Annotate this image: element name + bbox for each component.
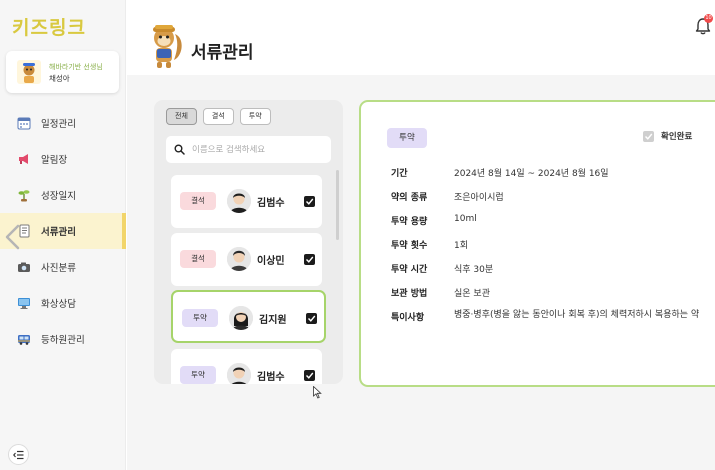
page-title: 서류관리	[191, 43, 254, 63]
medication-tag: 투약	[387, 128, 427, 148]
student-avatar	[227, 189, 251, 213]
student-name: 이상민	[257, 256, 285, 267]
field-value: 실온 보관	[454, 289, 490, 299]
bus-icon	[16, 331, 32, 347]
sprout-icon	[16, 187, 32, 203]
list-scrollbar[interactable]	[336, 170, 339, 240]
squirrel-mascot-icon	[153, 25, 182, 68]
sidebar-item-label: 등하원관리	[41, 335, 85, 346]
filter-absent-button[interactable]: 결석	[202, 108, 234, 125]
field-label: 투약 시간	[391, 265, 428, 275]
sidebar-item-label: 사진분류	[41, 263, 76, 274]
confirm-label: 확인완료	[661, 132, 693, 142]
sidebar-item-label: 일정관리	[41, 119, 76, 130]
medication-tag: 투약	[182, 309, 218, 327]
page-header: 서류관리 10	[127, 0, 715, 75]
absent-tag: 결석	[180, 192, 216, 210]
check-icon	[306, 256, 314, 263]
student-avatar	[229, 306, 253, 330]
sidebar-item-label: 알림장	[41, 155, 68, 166]
sidebar-item-video[interactable]: 화상상담	[0, 285, 126, 321]
monitor-icon	[16, 295, 32, 311]
student-name: 김지원	[259, 315, 287, 326]
camera-icon	[16, 259, 32, 275]
sidebar-item-growth[interactable]: 성장일지	[0, 177, 126, 213]
calendar-icon	[16, 115, 32, 131]
student-card[interactable]: 결석 김범수	[171, 175, 322, 228]
teacher-avatar	[17, 60, 41, 84]
student-checkbox[interactable]	[304, 254, 315, 265]
field-value: 조은아이시럽	[454, 193, 504, 203]
student-checkbox[interactable]	[304, 196, 315, 207]
field-label: 보관 방법	[391, 289, 428, 299]
mouse-cursor-icon	[313, 386, 322, 399]
field-label: 약의 종류	[391, 193, 428, 203]
sidebar-item-schedule[interactable]: 일정관리	[0, 105, 126, 141]
student-card[interactable]: 결석 이상민	[171, 233, 322, 286]
field-value: 식후 30분	[454, 265, 494, 275]
student-list-panel: 전체 결석 투약 결석 김범수 결석 이상민 투약	[154, 100, 343, 384]
sidebar-item-label: 서류관리	[41, 227, 76, 238]
student-card-selected[interactable]: 투약 김지원	[171, 290, 326, 343]
filter-all-button[interactable]: 전체	[166, 108, 197, 125]
sidebar-item-label: 화상상담	[41, 299, 76, 310]
sidebar-toggle-button[interactable]	[8, 444, 29, 465]
search-input[interactable]	[192, 144, 322, 155]
field-value: 2024년 8월 14일 ~ 2024년 8월 16일	[454, 169, 609, 179]
field-label: 투약 용량	[391, 217, 428, 227]
check-icon	[308, 315, 316, 322]
sidebar: 키즈링크 해바라기반 선생님 채성아 일정관리 알림장 성장일지 서류관리 사진…	[0, 0, 126, 470]
student-card[interactable]: 투약 김범수	[171, 349, 322, 384]
sidebar-item-notice[interactable]: 알림장	[0, 141, 126, 177]
collapse-menu-icon	[13, 450, 24, 459]
check-icon	[645, 133, 653, 140]
profile-card[interactable]: 해바라기반 선생님 채성아	[6, 51, 119, 93]
student-checkbox[interactable]	[306, 313, 317, 324]
sidebar-item-bus[interactable]: 등하원관리	[0, 321, 126, 357]
student-name: 김범수	[257, 198, 285, 209]
field-label: 투약 횟수	[391, 241, 428, 251]
confirm-checkbox[interactable]	[643, 130, 654, 142]
filter-tabs: 전체 결석 투약	[166, 108, 271, 125]
field-label: 특이사항	[391, 313, 425, 323]
megaphone-icon	[16, 151, 32, 167]
student-name: 김범수	[257, 372, 285, 383]
field-value: 1회	[454, 241, 469, 251]
check-icon	[306, 198, 314, 205]
field-value: 병중·병후(병을 앓는 동안이나 회복 후)의 체력저하시 복용하는 약	[454, 310, 700, 320]
sidebar-item-label: 성장일지	[41, 191, 76, 202]
profile-role: 해바라기반 선생님	[49, 63, 103, 71]
filter-medication-button[interactable]: 투약	[239, 108, 271, 125]
student-checkbox[interactable]	[304, 370, 315, 381]
field-label: 기간	[391, 169, 408, 179]
student-avatar	[227, 247, 251, 271]
profile-name: 채성아	[49, 74, 70, 83]
confirm-checkbox-group[interactable]: 확인완료	[643, 130, 692, 142]
field-value: 10ml	[454, 214, 477, 224]
document-detail-panel: 투약 확인완료 기간 2024년 8월 14일 ~ 2024년 8월 16일 약…	[359, 100, 715, 387]
chevron-left-icon[interactable]	[3, 224, 23, 250]
student-avatar	[227, 363, 251, 384]
app-logo[interactable]: 키즈링크	[12, 13, 86, 40]
check-icon	[306, 372, 314, 379]
medication-tag: 투약	[180, 366, 216, 384]
search-icon	[174, 144, 185, 155]
search-box	[166, 136, 331, 163]
sidebar-item-photos[interactable]: 사진분류	[0, 249, 126, 285]
notification-badge: 10	[704, 14, 713, 23]
absent-tag: 결석	[180, 250, 216, 268]
